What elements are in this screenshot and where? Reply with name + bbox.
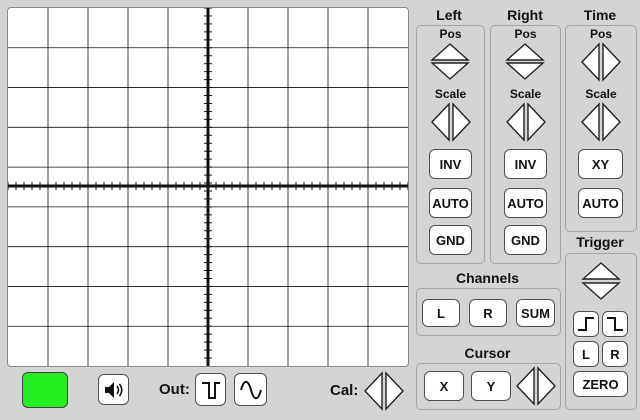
rising-edge-icon: [578, 317, 594, 331]
cursor-title: Cursor: [464, 345, 511, 361]
falling-edge-icon: [607, 317, 623, 331]
right-pos-control[interactable]: [505, 42, 545, 80]
sine-wave-icon: [239, 380, 262, 399]
oscilloscope-screen: [7, 7, 409, 367]
trigger-title: Trigger: [576, 234, 624, 250]
trigger-right-button[interactable]: R: [602, 341, 628, 367]
left-auto-button[interactable]: AUTO: [429, 188, 472, 218]
speaker-icon: [104, 381, 123, 398]
time-pos-control[interactable]: [580, 42, 622, 82]
channel-l-button[interactable]: L: [422, 299, 460, 327]
right-gnd-button[interactable]: GND: [504, 225, 547, 255]
xy-button[interactable]: XY: [578, 149, 623, 179]
left-pos-control[interactable]: [430, 42, 470, 80]
cal-label: Cal:: [330, 382, 359, 399]
out-label: Out:: [159, 381, 190, 398]
time-title: Time: [583, 7, 617, 23]
right-panel: Pos Scale INV AUTO GND: [490, 25, 561, 264]
left-title: Left: [436, 7, 462, 23]
trigger-level-control[interactable]: [581, 261, 621, 301]
right-scale-control[interactable]: [505, 102, 547, 142]
left-panel: Pos Scale INV AUTO GND: [416, 25, 485, 264]
time-scale-label: Scale: [585, 87, 617, 101]
trigger-left-button[interactable]: L: [573, 341, 599, 367]
zero-button[interactable]: ZERO: [573, 371, 628, 397]
channels-title: Channels: [455, 270, 519, 286]
time-pos-label: Pos: [589, 27, 612, 41]
cursor-move-control[interactable]: [515, 366, 557, 406]
time-panel: Pos Scale XY AUTO: [565, 25, 637, 232]
time-auto-button[interactable]: AUTO: [578, 188, 623, 218]
cal-control[interactable]: [363, 371, 405, 411]
sine-wave-button[interactable]: [234, 373, 267, 406]
scope-grid: [8, 8, 408, 366]
right-scale-label: Scale: [509, 87, 542, 101]
square-wave-button[interactable]: [195, 373, 226, 406]
trigger-panel: L R ZERO: [565, 253, 637, 410]
time-scale-control[interactable]: [580, 102, 622, 142]
falling-edge-button[interactable]: [602, 311, 628, 337]
left-scale-label: Scale: [434, 87, 467, 101]
right-pos-label: Pos: [514, 27, 537, 41]
right-auto-button[interactable]: AUTO: [504, 188, 547, 218]
cursor-panel: X Y: [416, 363, 561, 410]
channels-panel: L R SUM: [416, 288, 561, 336]
right-inv-button[interactable]: INV: [504, 149, 547, 179]
cursor-x-button[interactable]: X: [424, 371, 464, 401]
channel-r-button[interactable]: R: [469, 299, 507, 327]
rising-edge-button[interactable]: [573, 311, 599, 337]
left-inv-button[interactable]: INV: [429, 149, 472, 179]
left-scale-control[interactable]: [430, 102, 472, 142]
left-pos-label: Pos: [439, 27, 462, 41]
left-gnd-button[interactable]: GND: [429, 225, 472, 255]
right-title: Right: [507, 7, 543, 23]
status-indicator: [22, 372, 68, 408]
speaker-button[interactable]: [98, 374, 129, 405]
channel-sum-button[interactable]: SUM: [516, 299, 555, 327]
cursor-y-button[interactable]: Y: [471, 371, 511, 401]
square-wave-icon: [201, 381, 220, 399]
